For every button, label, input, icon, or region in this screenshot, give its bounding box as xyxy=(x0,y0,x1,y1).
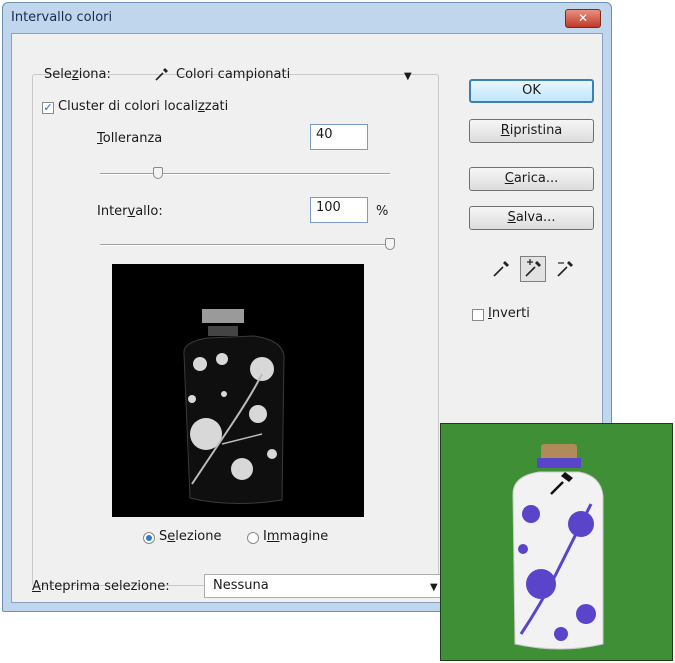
eyedropper-icon xyxy=(155,68,168,81)
close-button[interactable]: ✕ xyxy=(565,9,601,28)
select-dropdown[interactable]: Colori campionati ▼ xyxy=(152,64,432,88)
invert-checkbox[interactable] xyxy=(472,309,484,321)
selection-preview xyxy=(112,264,364,517)
cluster-checkbox[interactable]: ✓ xyxy=(42,102,54,114)
range-unit: % xyxy=(376,204,389,219)
close-icon: ✕ xyxy=(577,11,589,25)
preview-selection-dropdown[interactable]: Nessuna ▼ xyxy=(204,574,444,598)
invert-label: Inverti xyxy=(488,306,530,321)
mask-preview-image xyxy=(183,309,285,505)
ok-button[interactable]: OK xyxy=(469,79,594,103)
chevron-down-icon: ▼ xyxy=(404,71,412,82)
load-button[interactable]: Carica... xyxy=(469,167,594,191)
image-radio-label: Immagine xyxy=(263,529,329,544)
dialog-title: Intervallo colori xyxy=(11,10,113,25)
cluster-label: Cluster di colori localizzati xyxy=(58,99,229,114)
range-slider-track[interactable] xyxy=(100,244,390,246)
original-image-photo xyxy=(440,423,673,661)
eyedropper-icon xyxy=(493,261,509,277)
tolerance-slider-thumb[interactable] xyxy=(153,167,163,179)
preview-selection-value: Nessuna xyxy=(213,578,269,593)
image-radio[interactable] xyxy=(247,532,259,544)
select-value: Colori campionati xyxy=(176,67,291,82)
range-label: Intervallo: xyxy=(97,204,163,219)
selection-radio[interactable] xyxy=(143,532,155,544)
chevron-down-icon: ▼ xyxy=(430,582,438,593)
reset-button[interactable]: Ripristina xyxy=(469,119,594,143)
save-button[interactable]: Salva... xyxy=(469,206,594,230)
eyedropper-tool[interactable] xyxy=(488,256,514,282)
range-input[interactable]: 100 xyxy=(310,197,368,223)
tolerance-label: Tolleranza xyxy=(97,131,163,146)
eyedropper-subtract-tool[interactable] xyxy=(552,256,578,282)
select-label: Seleziona: xyxy=(44,67,111,82)
selection-radio-label: Selezione xyxy=(159,529,222,544)
tolerance-slider-track[interactable] xyxy=(100,173,390,175)
preview-selection-label: Anteprima selezione: xyxy=(32,579,170,594)
title-bar: Intervallo colori ✕ xyxy=(3,3,611,33)
range-slider-thumb[interactable] xyxy=(385,238,395,250)
eyedropper-minus-icon xyxy=(557,261,573,277)
eyedropper-plus-icon xyxy=(525,259,541,277)
tolerance-input[interactable]: 40 xyxy=(310,124,368,150)
eyedropper-add-tool[interactable] xyxy=(520,256,546,282)
vase-photo xyxy=(512,444,604,650)
